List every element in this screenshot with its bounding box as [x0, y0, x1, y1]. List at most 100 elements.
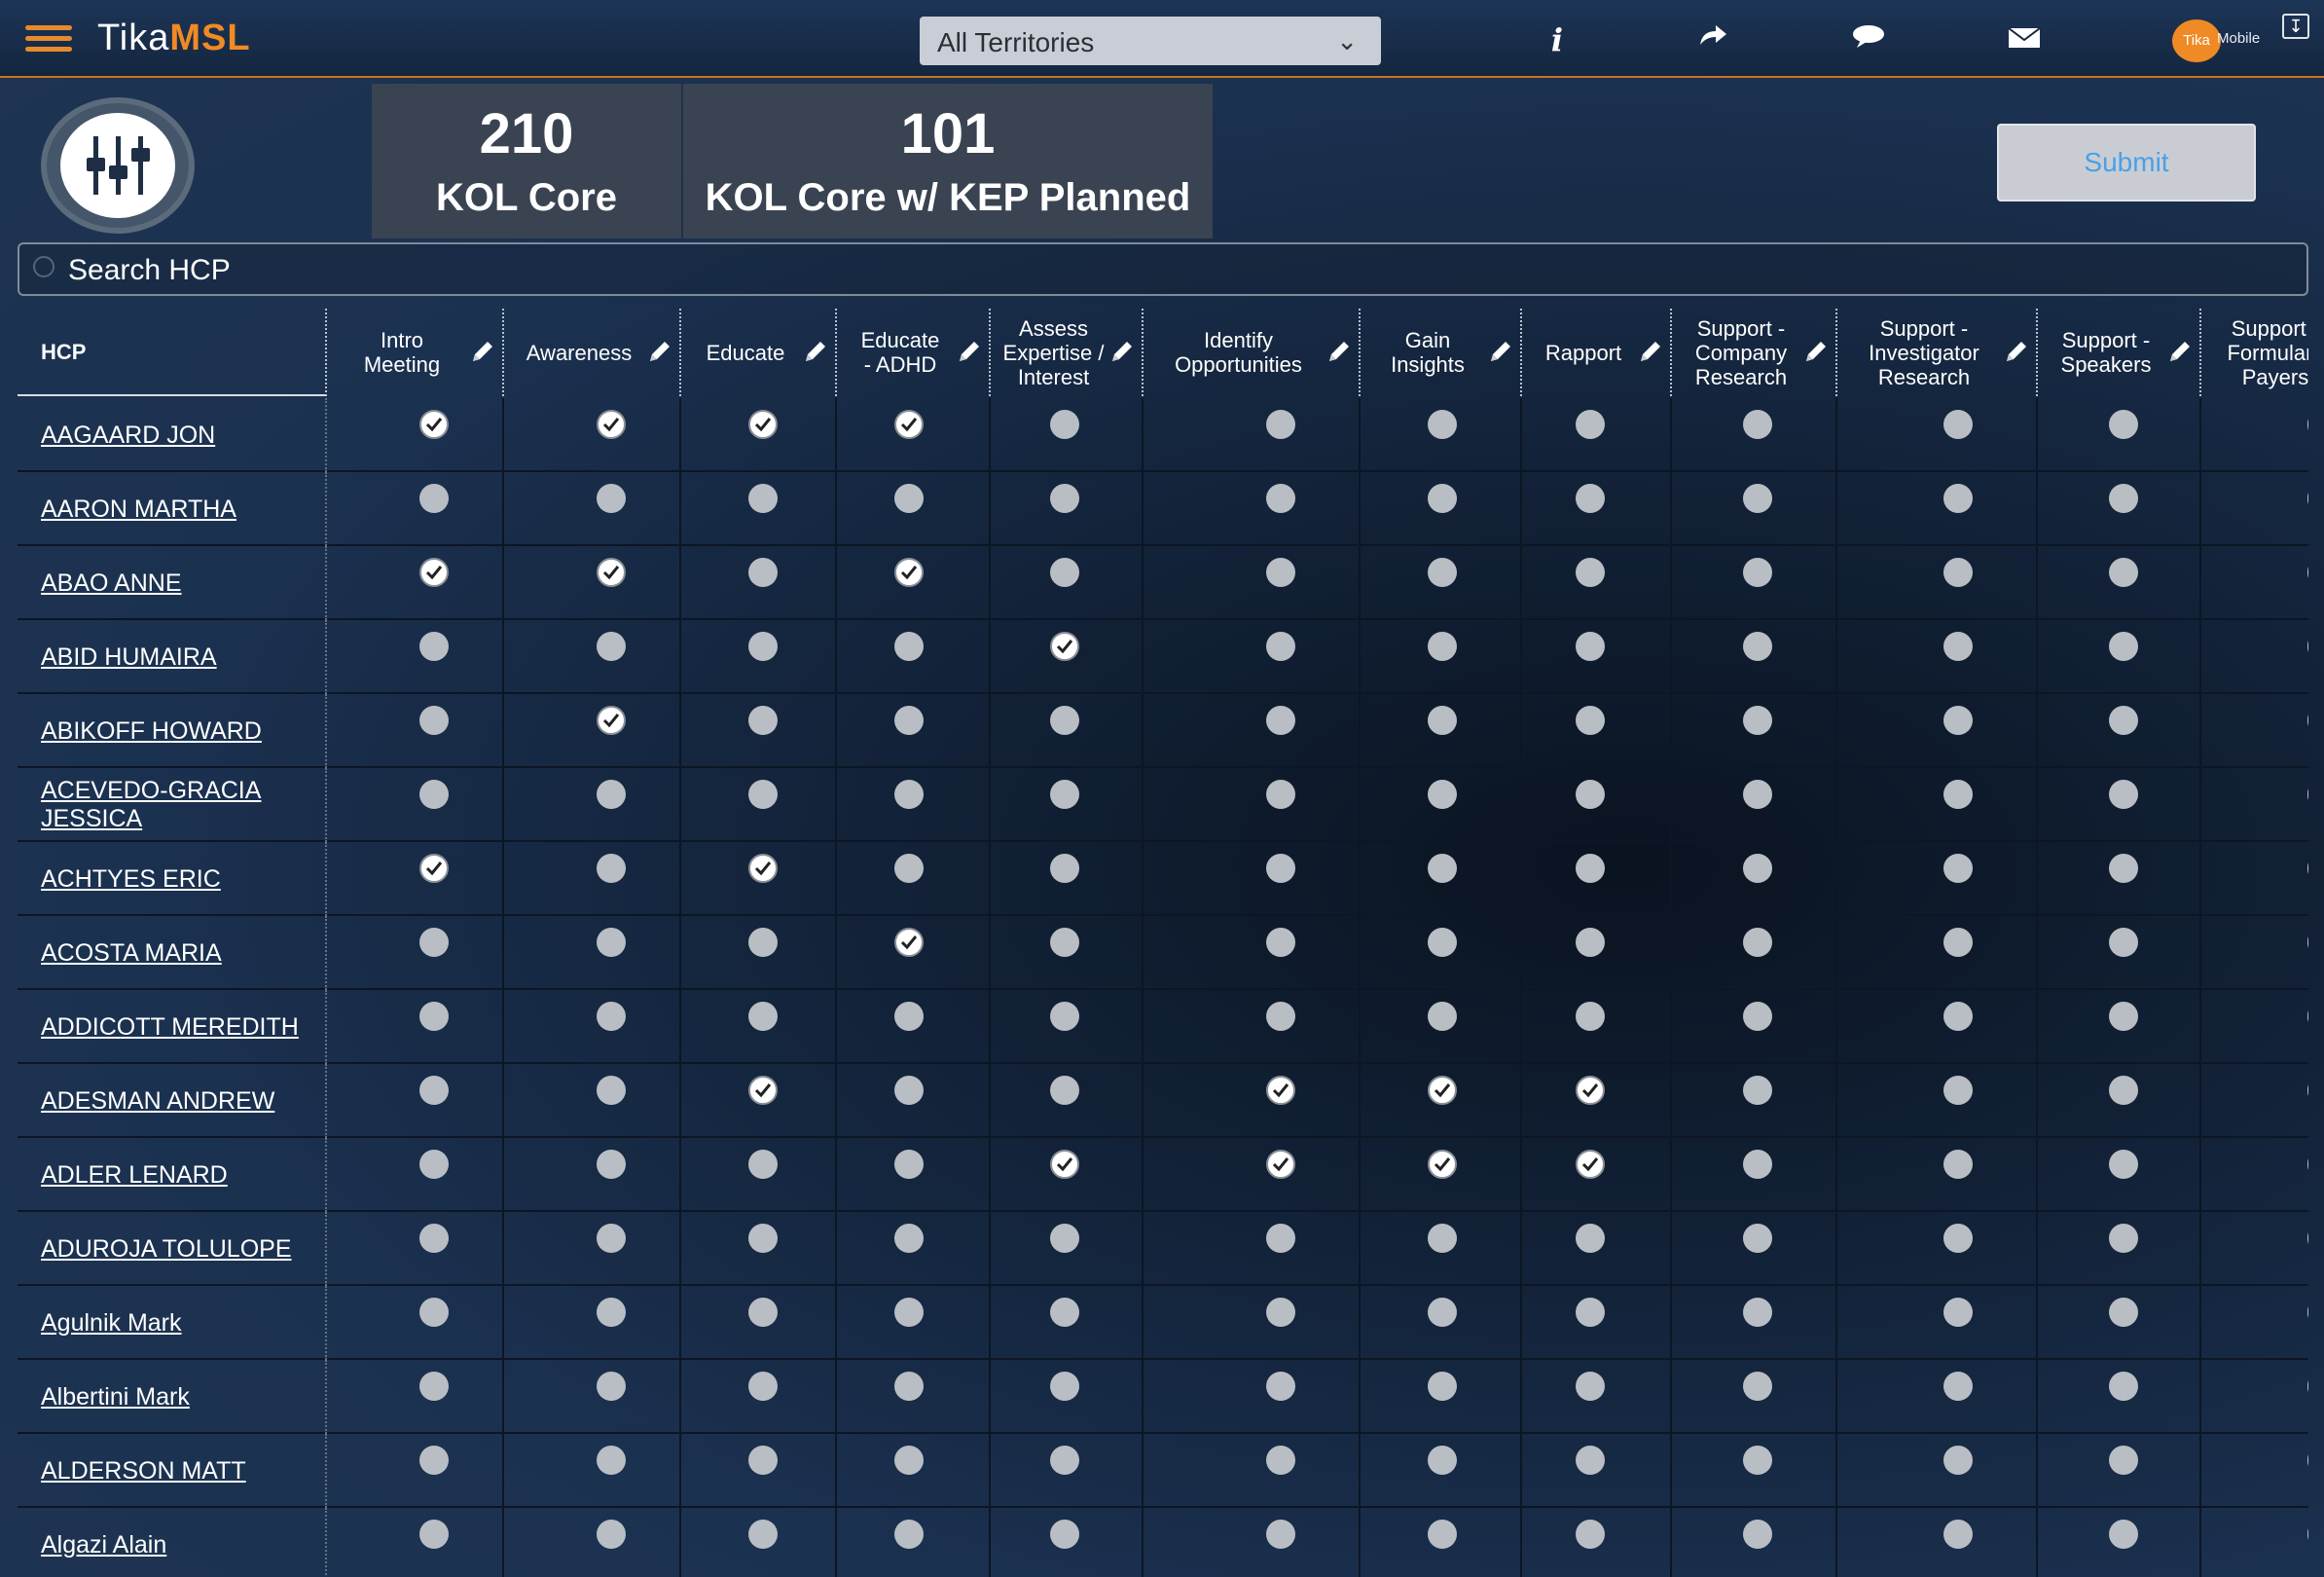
unchecked-status-icon[interactable] — [1743, 632, 1772, 661]
checked-status-icon[interactable] — [1428, 1150, 1457, 1179]
unchecked-status-icon[interactable] — [748, 1298, 778, 1327]
hcp-name-link[interactable]: ADLER LENARD — [41, 1161, 228, 1190]
unchecked-status-icon[interactable] — [1266, 632, 1295, 661]
pencil-edit-icon[interactable] — [1108, 338, 1136, 365]
unchecked-status-icon[interactable] — [1050, 854, 1079, 883]
unchecked-status-icon[interactable] — [894, 1224, 924, 1253]
unchecked-status-icon[interactable] — [1576, 780, 1605, 809]
unchecked-status-icon[interactable] — [1266, 1372, 1295, 1401]
unchecked-status-icon[interactable] — [1943, 706, 1973, 735]
unchecked-status-icon[interactable] — [748, 484, 778, 513]
unchecked-status-icon[interactable] — [2109, 558, 2138, 587]
unchecked-status-icon[interactable] — [1428, 558, 1457, 587]
unchecked-status-icon[interactable] — [1576, 558, 1605, 587]
unchecked-status-icon[interactable] — [1943, 1372, 1973, 1401]
pencil-edit-icon[interactable] — [469, 338, 496, 365]
unchecked-status-icon[interactable] — [894, 854, 924, 883]
unchecked-status-icon[interactable] — [419, 1150, 449, 1179]
unchecked-status-icon[interactable] — [2109, 1298, 2138, 1327]
hcp-name-link[interactable]: ADDICOTT MEREDITH — [41, 1013, 299, 1042]
unchecked-status-icon[interactable] — [1428, 928, 1457, 957]
unchecked-status-icon[interactable] — [1576, 1224, 1605, 1253]
hcp-name-link[interactable]: Agulnik Mark — [41, 1309, 182, 1338]
unchecked-status-icon[interactable] — [1576, 928, 1605, 957]
hamburger-menu-icon[interactable] — [25, 25, 72, 55]
checked-status-icon[interactable] — [1266, 1150, 1295, 1179]
unchecked-status-icon[interactable] — [1576, 1520, 1605, 1549]
submit-button[interactable]: Submit — [1997, 124, 2256, 202]
unchecked-status-icon[interactable] — [1576, 1002, 1605, 1031]
unchecked-status-icon[interactable] — [894, 706, 924, 735]
unchecked-status-icon[interactable] — [419, 1076, 449, 1105]
unchecked-status-icon[interactable] — [1266, 1224, 1295, 1253]
unchecked-status-icon[interactable] — [419, 632, 449, 661]
unchecked-status-icon[interactable] — [597, 1446, 626, 1475]
unchecked-status-icon[interactable] — [1428, 780, 1457, 809]
unchecked-status-icon[interactable] — [894, 632, 924, 661]
unchecked-status-icon[interactable] — [1943, 1298, 1973, 1327]
unchecked-status-icon[interactable] — [1266, 1520, 1295, 1549]
unchecked-status-icon[interactable] — [1576, 1372, 1605, 1401]
unchecked-status-icon[interactable] — [597, 780, 626, 809]
unchecked-status-icon[interactable] — [1428, 1002, 1457, 1031]
hcp-name-link[interactable]: AARON MARTHA — [41, 495, 236, 524]
share-arrow-icon[interactable] — [1693, 21, 1732, 60]
unchecked-status-icon[interactable] — [1743, 558, 1772, 587]
unchecked-status-icon[interactable] — [748, 1224, 778, 1253]
unchecked-status-icon[interactable] — [1943, 780, 1973, 809]
unchecked-status-icon[interactable] — [1943, 1076, 1973, 1105]
unchecked-status-icon[interactable] — [1428, 632, 1457, 661]
checked-status-icon[interactable] — [1050, 632, 1079, 661]
hcp-name-link[interactable]: ADESMAN ANDREW — [41, 1087, 274, 1116]
checked-status-icon[interactable] — [748, 1076, 778, 1105]
unchecked-status-icon[interactable] — [1743, 1520, 1772, 1549]
unchecked-status-icon[interactable] — [748, 780, 778, 809]
unchecked-status-icon[interactable] — [419, 484, 449, 513]
unchecked-status-icon[interactable] — [2109, 1002, 2138, 1031]
unchecked-status-icon[interactable] — [2109, 632, 2138, 661]
pencil-edit-icon[interactable] — [1802, 338, 1830, 365]
checked-status-icon[interactable] — [894, 410, 924, 439]
unchecked-status-icon[interactable] — [419, 1002, 449, 1031]
unchecked-status-icon[interactable] — [1266, 410, 1295, 439]
unchecked-status-icon[interactable] — [2109, 1150, 2138, 1179]
territory-select[interactable]: All Territories ⌄ — [920, 17, 1381, 65]
unchecked-status-icon[interactable] — [1428, 484, 1457, 513]
unchecked-status-icon[interactable] — [748, 1002, 778, 1031]
unchecked-status-icon[interactable] — [1943, 558, 1973, 587]
unchecked-status-icon[interactable] — [1050, 410, 1079, 439]
unchecked-status-icon[interactable] — [1943, 410, 1973, 439]
unchecked-status-icon[interactable] — [748, 1372, 778, 1401]
unchecked-status-icon[interactable] — [1050, 1002, 1079, 1031]
unchecked-status-icon[interactable] — [2109, 854, 2138, 883]
unchecked-status-icon[interactable] — [748, 928, 778, 957]
unchecked-status-icon[interactable] — [597, 1298, 626, 1327]
unchecked-status-icon[interactable] — [1050, 1446, 1079, 1475]
unchecked-status-icon[interactable] — [1943, 854, 1973, 883]
unchecked-status-icon[interactable] — [1576, 1298, 1605, 1327]
unchecked-status-icon[interactable] — [597, 1520, 626, 1549]
checked-status-icon[interactable] — [419, 854, 449, 883]
unchecked-status-icon[interactable] — [1050, 1224, 1079, 1253]
unchecked-status-icon[interactable] — [2109, 928, 2138, 957]
unchecked-status-icon[interactable] — [1576, 484, 1605, 513]
unchecked-status-icon[interactable] — [1050, 1076, 1079, 1105]
hcp-name-link[interactable]: ALDERSON MATT — [41, 1457, 246, 1485]
unchecked-status-icon[interactable] — [1943, 1002, 1973, 1031]
unchecked-status-icon[interactable] — [419, 1372, 449, 1401]
unchecked-status-icon[interactable] — [1743, 484, 1772, 513]
unchecked-status-icon[interactable] — [748, 1446, 778, 1475]
unchecked-status-icon[interactable] — [597, 1372, 626, 1401]
envelope-icon[interactable] — [2005, 21, 2044, 60]
unchecked-status-icon[interactable] — [894, 780, 924, 809]
unchecked-status-icon[interactable] — [748, 1520, 778, 1549]
unchecked-status-icon[interactable] — [1943, 928, 1973, 957]
pencil-edit-icon[interactable] — [1637, 338, 1664, 365]
unchecked-status-icon[interactable] — [2109, 1372, 2138, 1401]
unchecked-status-icon[interactable] — [597, 1076, 626, 1105]
unchecked-status-icon[interactable] — [597, 1150, 626, 1179]
unchecked-status-icon[interactable] — [894, 1520, 924, 1549]
unchecked-status-icon[interactable] — [1743, 1150, 1772, 1179]
unchecked-status-icon[interactable] — [1943, 484, 1973, 513]
unchecked-status-icon[interactable] — [419, 928, 449, 957]
